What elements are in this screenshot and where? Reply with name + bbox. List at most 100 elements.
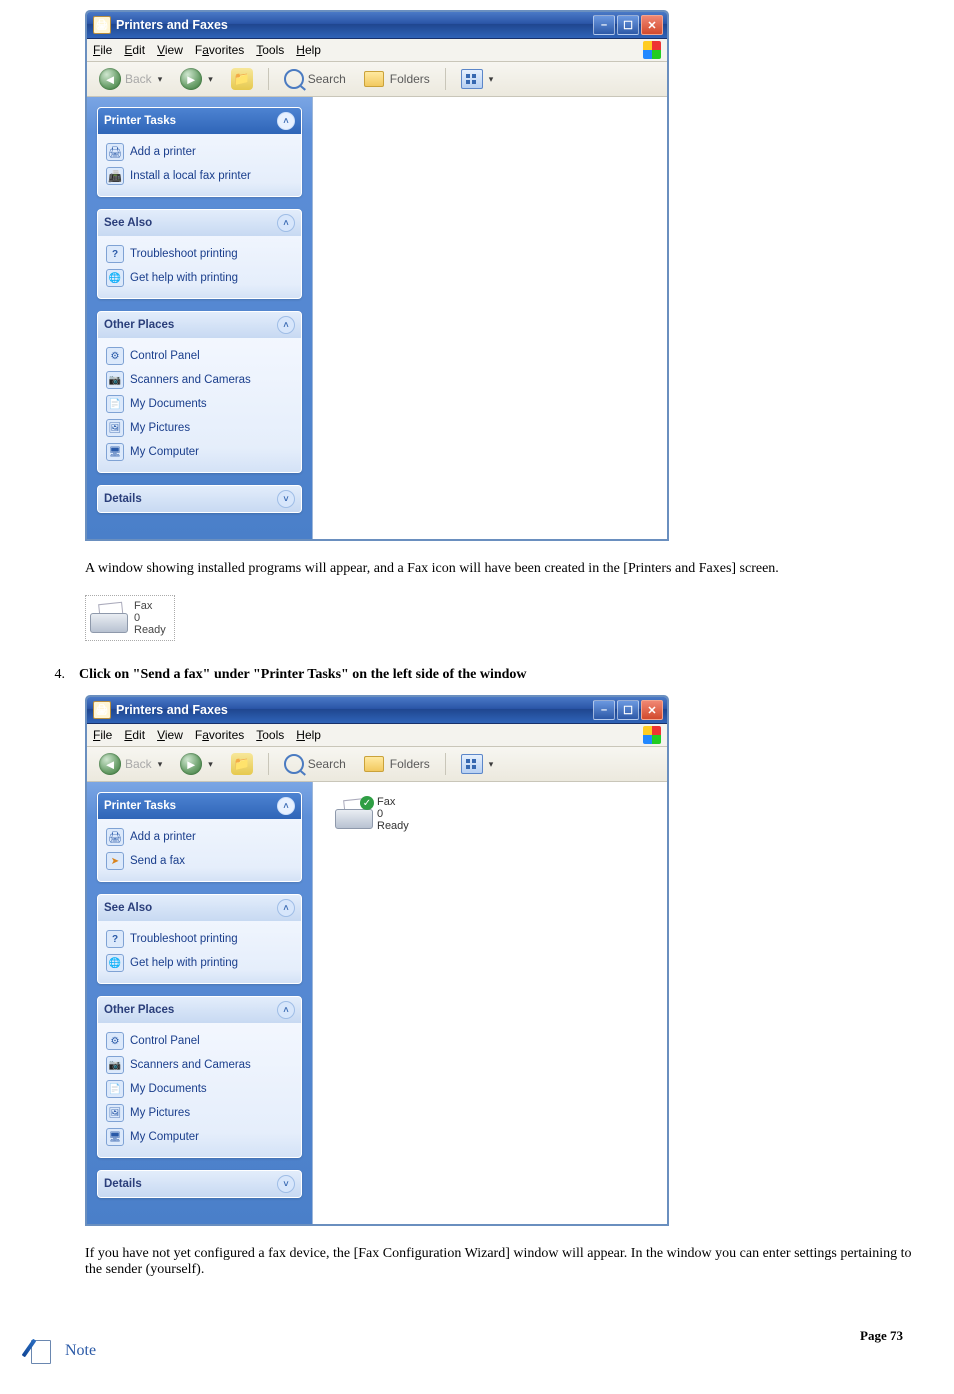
- task-label: Troubleshoot printing: [130, 248, 238, 260]
- menu-favorites[interactable]: Favorites: [195, 728, 244, 742]
- printer-tasks-header[interactable]: Printer Tasks ˄: [98, 108, 301, 134]
- other-places-header[interactable]: Other Places ˄: [98, 312, 301, 338]
- search-button[interactable]: Search: [278, 752, 352, 776]
- expand-icon[interactable]: ˅: [277, 490, 295, 508]
- menu-tools[interactable]: Tools: [256, 728, 284, 742]
- menu-view[interactable]: View: [157, 728, 183, 742]
- add-printer-link[interactable]: Add a printer: [104, 140, 297, 164]
- up-button[interactable]: 📁: [225, 66, 259, 92]
- details-header[interactable]: Details ˅: [98, 486, 301, 512]
- folder-content-area[interactable]: ✓ Fax 0 Ready: [312, 782, 667, 1224]
- my-computer-link[interactable]: My Computer: [104, 1125, 297, 1149]
- chevron-down-icon: ▾: [158, 759, 163, 770]
- maximize-button[interactable]: ☐: [617, 700, 639, 720]
- folder-content-area[interactable]: [312, 97, 667, 539]
- chevron-down-icon: ▾: [489, 759, 494, 770]
- views-button[interactable]: ▾: [455, 67, 500, 91]
- menu-favorites[interactable]: Favorites: [195, 43, 244, 57]
- forward-button[interactable]: ► ▾: [174, 66, 219, 92]
- folder-icon: [364, 756, 384, 772]
- fax-name-label: Fax: [377, 796, 409, 808]
- task-label: Send a fax: [130, 855, 185, 867]
- printers-icon: 🖨: [93, 16, 111, 34]
- folders-button[interactable]: Folders: [358, 69, 436, 89]
- printer-icon: [106, 143, 124, 161]
- fax-item[interactable]: ✓ Fax 0 Ready: [335, 796, 651, 832]
- chevron-down-icon: ▾: [208, 74, 213, 85]
- close-button[interactable]: ✕: [641, 700, 663, 720]
- menu-file[interactable]: File: [93, 43, 112, 57]
- scanners-cameras-link[interactable]: Scanners and Cameras: [104, 368, 297, 392]
- printer-tasks-group: Printer Tasks ˄ Add a printer Install a …: [97, 107, 302, 197]
- my-pictures-link[interactable]: My Pictures: [104, 1101, 297, 1125]
- toolbar: ◄ Back ▾ ► ▾ 📁 Search Folders ▾: [87, 747, 667, 782]
- documents-icon: [106, 395, 124, 413]
- troubleshoot-printing-link[interactable]: Troubleshoot printing: [104, 242, 297, 266]
- collapse-icon[interactable]: ˄: [277, 1001, 295, 1019]
- search-button[interactable]: Search: [278, 67, 352, 91]
- collapse-icon[interactable]: ˄: [277, 899, 295, 917]
- forward-icon: ►: [180, 68, 202, 90]
- menu-edit[interactable]: Edit: [124, 728, 145, 742]
- expand-icon[interactable]: ˅: [277, 1175, 295, 1193]
- control-panel-link[interactable]: Control Panel: [104, 1029, 297, 1053]
- add-printer-link[interactable]: Add a printer: [104, 825, 297, 849]
- my-pictures-link[interactable]: My Pictures: [104, 416, 297, 440]
- task-label: Add a printer: [130, 831, 196, 843]
- printer-tasks-header[interactable]: Printer Tasks ˄: [98, 793, 301, 819]
- collapse-icon[interactable]: ˄: [277, 214, 295, 232]
- task-label: My Pictures: [130, 422, 190, 434]
- get-help-printing-link[interactable]: Get help with printing: [104, 266, 297, 290]
- task-label: My Documents: [130, 1083, 207, 1095]
- titlebar: 🖨 Printers and Faxes – ☐ ✕: [87, 12, 667, 39]
- group-title: See Also: [104, 217, 152, 229]
- separator: [268, 68, 269, 90]
- menu-tools[interactable]: Tools: [256, 43, 284, 57]
- collapse-icon[interactable]: ˄: [277, 316, 295, 334]
- scanners-cameras-link[interactable]: Scanners and Cameras: [104, 1053, 297, 1077]
- my-documents-link[interactable]: My Documents: [104, 392, 297, 416]
- back-button[interactable]: ◄ Back ▾: [93, 66, 168, 92]
- other-places-header[interactable]: Other Places ˄: [98, 997, 301, 1023]
- menu-file[interactable]: File: [93, 728, 112, 742]
- back-button[interactable]: ◄ Back ▾: [93, 751, 168, 777]
- forward-button[interactable]: ► ▾: [174, 751, 219, 777]
- window-title: Printers and Faxes: [116, 703, 593, 717]
- chevron-down-icon: ▾: [489, 74, 494, 85]
- control-panel-link[interactable]: Control Panel: [104, 344, 297, 368]
- menu-help[interactable]: Help: [296, 43, 321, 57]
- my-documents-link[interactable]: My Documents: [104, 1077, 297, 1101]
- menu-edit[interactable]: Edit: [124, 43, 145, 57]
- maximize-button[interactable]: ☐: [617, 15, 639, 35]
- troubleshoot-printing-link[interactable]: Troubleshoot printing: [104, 927, 297, 951]
- pictures-icon: [106, 419, 124, 437]
- collapse-icon[interactable]: ˄: [277, 112, 295, 130]
- send-fax-link[interactable]: Send a fax: [104, 849, 297, 873]
- minimize-button[interactable]: –: [593, 700, 615, 720]
- my-computer-link[interactable]: My Computer: [104, 440, 297, 464]
- group-title: Printer Tasks: [104, 115, 176, 127]
- menu-view[interactable]: View: [157, 43, 183, 57]
- menu-help[interactable]: Help: [296, 728, 321, 742]
- printers-faxes-window-2: 🖨 Printers and Faxes – ☐ ✕ File Edit Vie…: [85, 695, 669, 1226]
- task-label: Control Panel: [130, 350, 200, 362]
- printer-icon: [106, 828, 124, 846]
- folders-button[interactable]: Folders: [358, 754, 436, 774]
- see-also-group: See Also ˄ Troubleshoot printing Get hel…: [97, 894, 302, 984]
- views-button[interactable]: ▾: [455, 752, 500, 776]
- collapse-icon[interactable]: ˄: [277, 797, 295, 815]
- close-button[interactable]: ✕: [641, 15, 663, 35]
- get-help-printing-link[interactable]: Get help with printing: [104, 951, 297, 975]
- task-label: Get help with printing: [130, 272, 238, 284]
- up-button[interactable]: 📁: [225, 751, 259, 777]
- see-also-header[interactable]: See Also ˄: [98, 210, 301, 236]
- group-title: See Also: [104, 902, 152, 914]
- note-icon: [25, 1338, 53, 1364]
- help-icon: [106, 930, 124, 948]
- task-label: My Pictures: [130, 1107, 190, 1119]
- install-fax-printer-link[interactable]: Install a local fax printer: [104, 164, 297, 188]
- folders-label: Folders: [390, 757, 430, 771]
- see-also-header[interactable]: See Also ˄: [98, 895, 301, 921]
- details-header[interactable]: Details ˅: [98, 1171, 301, 1197]
- minimize-button[interactable]: –: [593, 15, 615, 35]
